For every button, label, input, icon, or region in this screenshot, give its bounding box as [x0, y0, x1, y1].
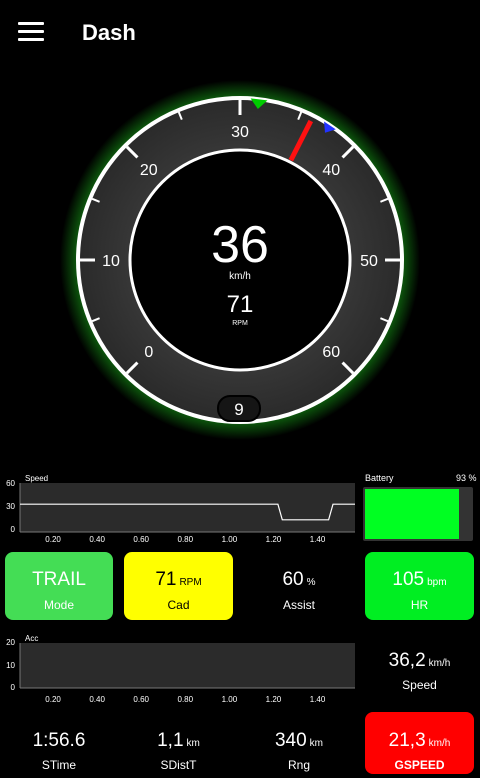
x-tick-label: 1.40 [310, 695, 326, 704]
assist-tile[interactable]: 60% Assist [244, 552, 354, 620]
speedometer-gauge: 0 10 20 30 40 50 60 36 km/h 71 RPM 9 [60, 80, 420, 440]
gspeed-tile[interactable]: 21,3 km/h GSPEED [365, 712, 474, 774]
x-tick-label: 1.00 [222, 535, 238, 544]
heart-rate-value: 105 bpm [392, 569, 447, 590]
speed-tile[interactable]: 36,2 km/h Speed [365, 640, 474, 700]
battery-indicator [363, 487, 473, 541]
sdist-tile[interactable]: 1,1 km SDistT [124, 712, 233, 774]
gauge-scale-label: 40 [322, 162, 340, 179]
gauge-scale-label: 50 [360, 253, 378, 270]
mode-tile[interactable]: TRAIL Mode [5, 552, 113, 620]
x-tick-label: 0.40 [89, 695, 105, 704]
acc-chart-title: Acc [25, 634, 38, 643]
speed-tile-label: Speed [402, 678, 437, 692]
acc-y-tick: 0 [11, 683, 16, 692]
x-tick-label: 0.40 [89, 535, 105, 544]
x-tick-label: 0.20 [45, 535, 61, 544]
hamburger-menu-icon[interactable] [18, 22, 44, 44]
heart-rate-tile[interactable]: 105 bpm HR [365, 552, 474, 620]
gspeed-value: 21,3 km/h [388, 730, 451, 751]
gspeed-label: GSPEED [394, 758, 445, 772]
cadence-tile[interactable]: 71 RPM Cad [124, 552, 233, 620]
speed-y-tick: 60 [6, 479, 15, 488]
speed-chart: Speed 60 30 0 0.20 0.40 0.60 0.80 1.00 1.20 1.… [6, 474, 355, 544]
range-tile[interactable]: 340 km Rng [244, 712, 354, 774]
x-tick-label: 0.80 [178, 695, 194, 704]
gauge-scale-label: 30 [231, 124, 249, 141]
acc-chart-plot [20, 643, 355, 688]
x-tick-label: 0.60 [133, 695, 149, 704]
battery-label: Battery [365, 473, 394, 483]
stime-label: STime [41, 758, 77, 772]
sdist-value: 1,1 km [157, 730, 200, 751]
speed-y-tick: 0 [11, 525, 16, 534]
assist-label: Assist [282, 598, 315, 612]
sdist-label: SDistT [160, 758, 197, 772]
gauge-scale-label: 60 [322, 344, 340, 361]
range-value: 340 km [274, 730, 324, 751]
x-tick-label: 1.40 [310, 535, 326, 544]
speed-chart-title: Speed [25, 474, 48, 483]
x-tick-label: 0.20 [45, 695, 61, 704]
acceleration-chart: Acc 20 10 0 0.20 0.40 0.60 0.80 1.00 1.20 1.40 [6, 634, 355, 704]
cadence-value: 71 RPM [155, 569, 202, 590]
speed-value: 36 [211, 216, 269, 274]
x-tick-label: 1.00 [222, 695, 238, 704]
speed-y-tick: 30 [6, 502, 15, 511]
acc-y-tick: 20 [6, 638, 15, 647]
speed-unit: km/h [229, 271, 251, 282]
x-tick-label: 1.20 [266, 695, 282, 704]
stime-value: 1:56.6 [32, 730, 86, 751]
rpm-value: 71 [227, 291, 254, 318]
stime-tile[interactable]: 1:56.6 STime [5, 712, 113, 774]
x-tick-label: 0.80 [178, 535, 194, 544]
battery-percent: 93 % [456, 473, 477, 483]
rpm-unit: RPM [232, 320, 248, 327]
cadence-label: Cad [167, 598, 190, 612]
gauge-scale-label: 10 [102, 253, 120, 270]
gauge-scale-label: 0 [144, 344, 153, 361]
heart-rate-label: HR [410, 598, 429, 612]
acc-y-tick: 10 [6, 661, 15, 670]
range-label: Rng [287, 758, 310, 772]
x-tick-label: 1.20 [266, 535, 282, 544]
gauge-scale-label: 20 [140, 162, 158, 179]
x-tick-label: 0.60 [133, 535, 149, 544]
assist-value: 60% [282, 569, 316, 590]
speed-chart-plot [20, 483, 355, 532]
mode-value: TRAIL [32, 569, 86, 590]
speed-tile-value: 36,2 km/h [388, 650, 451, 671]
battery-fill [365, 489, 460, 539]
gear-value: 9 [234, 400, 243, 419]
mode-label: Mode [43, 598, 75, 612]
page-title: Dash [82, 20, 136, 45]
